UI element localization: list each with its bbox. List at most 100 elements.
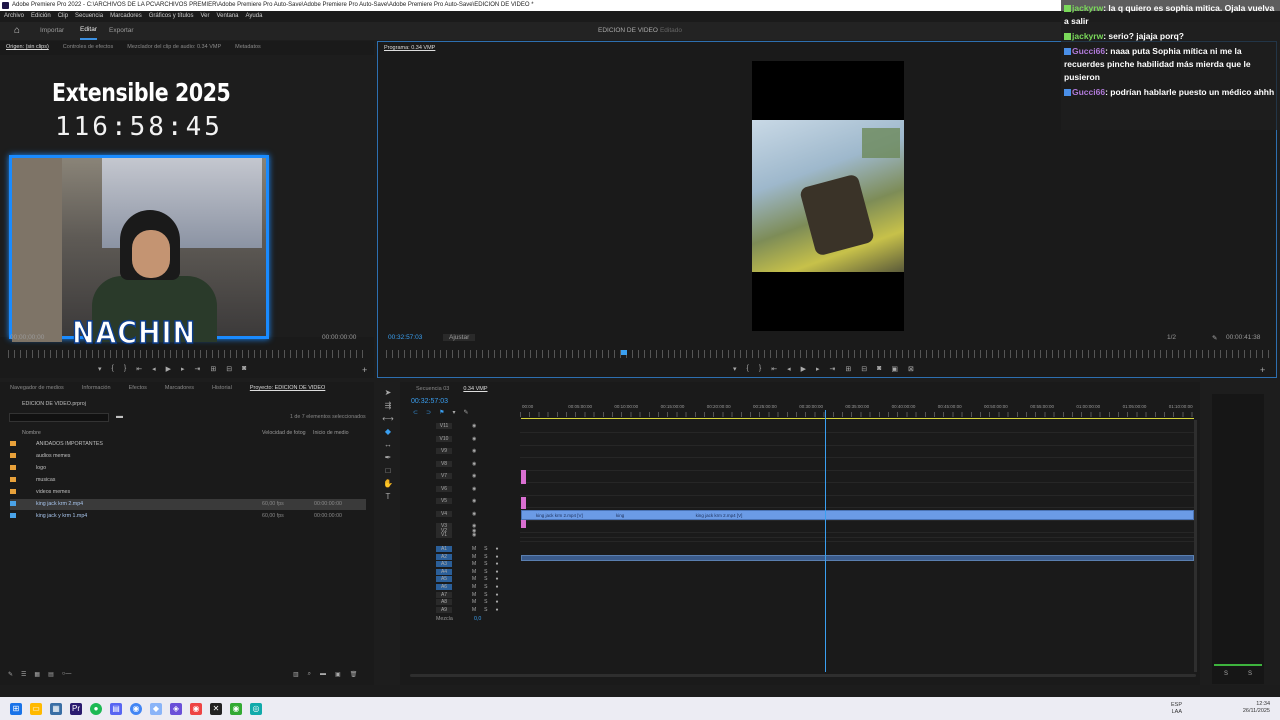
new-item-icon[interactable]: ▣ <box>335 671 341 678</box>
lift-icon[interactable]: ⊞ <box>845 365 851 373</box>
mute-toggle[interactable]: M <box>472 546 476 552</box>
project-list-item[interactable]: musicas <box>10 475 366 486</box>
tab-controles-efectos[interactable]: Controles de efectos <box>63 44 113 50</box>
track-label[interactable]: A4 <box>436 568 452 575</box>
tab-informacion[interactable]: Información <box>82 385 111 391</box>
timeline-timecode[interactable]: 00:32:57:03 <box>411 398 448 405</box>
audio-track-header[interactable]: A6 M S ● <box>406 584 518 591</box>
audio-track-header[interactable]: A8 M S ● <box>406 599 518 606</box>
solo-toggle[interactable]: S <box>484 554 487 560</box>
video-track-lane[interactable] <box>520 448 1194 458</box>
column-inicio[interactable]: Inicio de medio <box>313 430 349 436</box>
track-label[interactable]: A3 <box>436 561 452 568</box>
eye-icon[interactable]: ◉ <box>472 473 476 479</box>
app-icon[interactable]: ◉ <box>190 702 202 715</box>
track-label[interactable]: A9 <box>436 606 452 613</box>
program-timecode[interactable]: 00:32:57:03 <box>388 334 422 341</box>
tray-language[interactable]: ESP LAA <box>1171 702 1182 716</box>
in-point-icon[interactable]: { <box>112 365 114 373</box>
meter-solo-left[interactable]: S <box>1224 671 1228 677</box>
list-view-icon[interactable]: ☰ <box>21 671 26 678</box>
app-icon[interactable]: ◎ <box>250 702 262 715</box>
program-fit-select[interactable]: Ajustar <box>443 334 476 341</box>
compare-icon[interactable]: ▣ <box>891 365 898 373</box>
tab-034-vmp[interactable]: 0.34 VMP <box>463 386 487 392</box>
video-track-header[interactable]: V7 ◉ <box>406 473 518 483</box>
overwrite-icon[interactable]: ⊟ <box>226 365 232 373</box>
mute-toggle[interactable]: M <box>472 599 476 605</box>
icon-view-icon[interactable]: ▦ <box>34 671 40 678</box>
insert-icon[interactable]: ⊞ <box>210 365 216 373</box>
track-label[interactable]: V1 <box>436 532 452 539</box>
track-label[interactable]: A6 <box>436 584 452 590</box>
project-list-item[interactable]: videos memes <box>10 487 366 498</box>
mute-toggle[interactable]: M <box>472 592 476 598</box>
program-add-button-icon[interactable]: + <box>1260 365 1265 375</box>
in-point-icon[interactable]: { <box>747 365 749 373</box>
tab-marcadores[interactable]: Marcadores <box>165 385 194 391</box>
capcut-icon[interactable]: ✕ <box>210 702 222 715</box>
audio-track-header[interactable]: A4 M S ● <box>406 568 518 576</box>
eye-icon[interactable]: ◉ <box>472 423 476 429</box>
video-track-header[interactable]: V1 ◉ <box>406 532 518 542</box>
meter-solo-right[interactable]: S <box>1248 671 1252 677</box>
program-playhead[interactable] <box>621 350 627 355</box>
play-icon[interactable]: ▶ <box>166 365 171 373</box>
app-icon[interactable]: ▦ <box>50 702 62 715</box>
windows-start-icon[interactable]: ⊞ <box>10 702 22 715</box>
video-track-header[interactable]: V10 ◉ <box>406 435 518 446</box>
solo-toggle[interactable]: S <box>484 546 487 552</box>
work-area-bar[interactable] <box>521 418 1194 419</box>
video-track-header[interactable]: V8 ◉ <box>406 460 518 471</box>
hand-tool-icon[interactable]: ✋ <box>380 479 396 492</box>
track-select-tool-icon[interactable]: ⇶ <box>380 401 396 414</box>
timeline-ruler[interactable]: 00:00 00:05:00:00 00:10:00:00 00:15:00:00 00… <box>520 403 1194 417</box>
timeline-horizontal-scrollbar[interactable] <box>410 674 1196 677</box>
file-explorer-icon[interactable]: ▭ <box>30 702 42 715</box>
mute-toggle[interactable]: M <box>472 584 476 590</box>
track-label[interactable]: V5 <box>436 498 452 504</box>
menu-item[interactable]: Ventana <box>216 11 238 22</box>
pencil-icon[interactable]: ✎ <box>8 671 13 678</box>
video-track-lane[interactable] <box>520 498 1194 508</box>
tab-secuencia-03[interactable]: Secuencia 03 <box>416 386 449 392</box>
zoom-slider[interactable]: ○— <box>62 671 72 678</box>
go-to-out-icon[interactable]: ⇥ <box>830 365 836 373</box>
tab-editar[interactable]: Editar <box>80 22 97 40</box>
audio-track-header[interactable]: A1 M S ● <box>406 546 518 553</box>
mute-toggle[interactable]: M <box>472 576 476 582</box>
eye-icon[interactable]: ◉ <box>472 486 476 492</box>
track-label[interactable]: V4 <box>436 510 452 517</box>
video-track-lane[interactable] <box>520 473 1194 483</box>
app-icon[interactable]: ◆ <box>150 702 162 715</box>
video-track-lane[interactable] <box>520 423 1194 433</box>
track-label[interactable]: A5 <box>436 576 452 583</box>
project-search-input[interactable] <box>9 413 109 422</box>
column-velocidad[interactable]: Velocidad de fotog <box>262 430 306 436</box>
eye-icon[interactable]: ◉ <box>472 498 476 504</box>
razor-tool-icon[interactable]: ◆ <box>380 427 396 440</box>
project-list-item[interactable]: king jack y krm 1.mp4 60,00 fps 00:00:00:0… <box>10 511 366 522</box>
out-point-icon[interactable]: } <box>759 365 761 373</box>
project-list-item[interactable]: ANIDADOS IMPORTANTES <box>10 439 366 450</box>
pen-tool-icon[interactable]: ✒ <box>380 453 396 466</box>
solo-toggle[interactable]: S <box>484 561 487 567</box>
new-bin-icon[interactable]: ▬ <box>320 671 326 678</box>
app-icon[interactable]: ◈ <box>170 702 182 715</box>
solo-toggle[interactable]: S <box>484 592 487 598</box>
play-icon[interactable]: ▶ <box>801 365 806 373</box>
extract-icon[interactable]: ⊟ <box>861 365 867 373</box>
audio-track-header[interactable]: A9 M S ● <box>406 606 518 614</box>
video-track-header[interactable]: V9 ◉ <box>406 448 518 458</box>
app-icon[interactable]: ▤ <box>110 702 122 715</box>
go-to-in-icon[interactable]: ⇤ <box>771 365 777 373</box>
timeline-playhead[interactable] <box>825 410 826 672</box>
track-label[interactable]: V8 <box>436 460 452 467</box>
menu-item[interactable]: Edición <box>31 11 51 22</box>
microphone-icon[interactable]: ● <box>496 607 499 613</box>
wrench-icon[interactable]: ✎ <box>1212 334 1217 342</box>
track-label[interactable]: V7 <box>436 473 452 479</box>
video-track-header[interactable]: V6 ◉ <box>406 485 518 496</box>
menu-item[interactable]: Clip <box>58 11 68 22</box>
microphone-icon[interactable]: ● <box>496 599 499 605</box>
